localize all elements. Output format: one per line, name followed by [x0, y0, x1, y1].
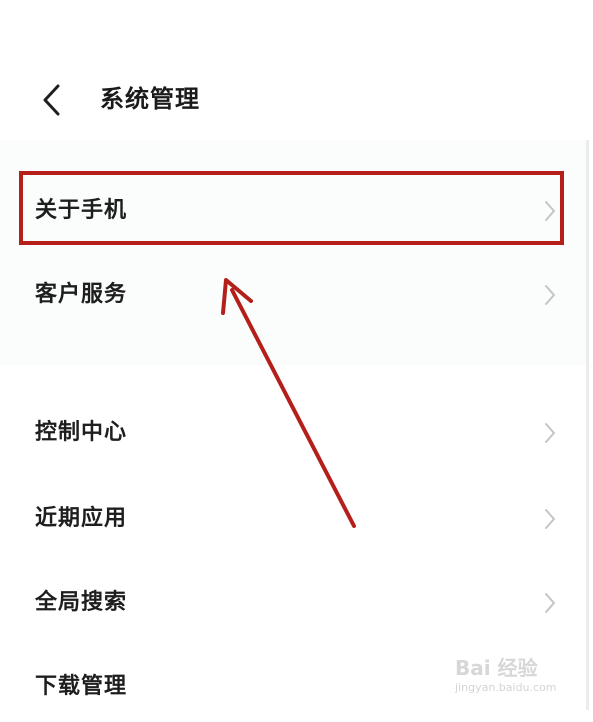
system-management-screen: 系统管理 关于手机 客户服务 控制中心 近期应用 全局搜索 下载管理 Bai 经… — [0, 0, 593, 710]
header-bar: 系统管理 — [0, 70, 593, 130]
chevron-right-icon — [545, 201, 555, 221]
menu-group-1 — [0, 140, 586, 365]
menu-item-customer-service[interactable]: 客户服务 — [0, 260, 586, 330]
back-button[interactable] — [30, 78, 74, 122]
chevron-right-icon — [545, 285, 555, 305]
chevron-right-icon — [545, 509, 555, 529]
menu-item-label: 全局搜索 — [35, 590, 128, 615]
page-title: 系统管理 — [100, 85, 200, 113]
menu-item-label: 近期应用 — [35, 506, 128, 531]
menu-item-label: 客户服务 — [35, 282, 128, 307]
watermark-url: jingyan.baidu.com — [455, 681, 557, 694]
watermark: Bai 经验 jingyan.baidu.com — [455, 655, 585, 705]
menu-item-label: 控制中心 — [35, 420, 128, 445]
scrollbar[interactable] — [586, 140, 589, 710]
chevron-left-icon — [43, 84, 60, 116]
menu-item-label: 下载管理 — [35, 674, 128, 699]
watermark-brand: Bai 经验 — [455, 656, 538, 680]
menu-item-label: 关于手机 — [35, 198, 128, 223]
chevron-right-icon — [545, 423, 555, 443]
chevron-right-icon — [545, 593, 555, 613]
menu-item-control-center[interactable]: 控制中心 — [0, 398, 586, 468]
menu-item-global-search[interactable]: 全局搜索 — [0, 568, 586, 638]
menu-item-about-phone[interactable]: 关于手机 — [0, 176, 586, 246]
menu-item-recent-apps[interactable]: 近期应用 — [0, 484, 586, 554]
